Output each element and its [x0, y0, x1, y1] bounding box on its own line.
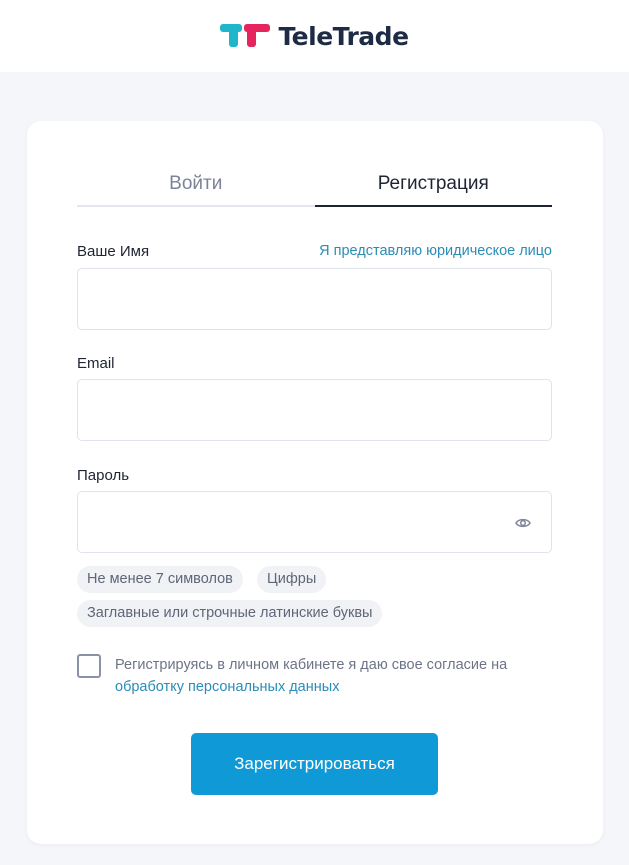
- register-button[interactable]: Зарегистрироваться: [191, 733, 438, 795]
- password-rule-chip: Цифры: [257, 566, 327, 593]
- tab-registration[interactable]: Регистрация: [314, 171, 552, 207]
- name-input[interactable]: [77, 268, 552, 330]
- password-rule-chip: Не менее 7 символов: [77, 566, 243, 593]
- logo[interactable]: TeleTrade: [220, 21, 409, 51]
- brand-name: TeleTrade: [278, 21, 409, 51]
- eye-icon[interactable]: [515, 515, 531, 531]
- password-input[interactable]: [77, 491, 552, 553]
- auth-tabs: Войти Регистрация: [77, 171, 552, 207]
- email-input[interactable]: [77, 379, 552, 441]
- email-label: Email: [77, 355, 115, 372]
- registration-card: Войти Регистрация Ваше Имя Я представляю…: [27, 121, 603, 844]
- consent-statement: Регистрируясь в личном кабинете я даю св…: [115, 657, 508, 673]
- teletrade-logo-icon: [220, 24, 271, 47]
- name-label: Ваше Имя: [77, 243, 150, 260]
- legal-entity-link[interactable]: Я представляю юридическое лицо: [319, 243, 552, 259]
- personal-data-link[interactable]: обработку персональных данных: [115, 679, 339, 695]
- tab-login[interactable]: Войти: [77, 171, 315, 207]
- password-label: Пароль: [77, 467, 130, 484]
- password-rule-chip: Заглавные или строчные латинские буквы: [77, 600, 383, 627]
- consent-checkbox[interactable]: [77, 654, 101, 678]
- consent-text: Регистрируясь в личном кабинете я даю св…: [115, 654, 555, 698]
- header: TeleTrade: [0, 0, 629, 72]
